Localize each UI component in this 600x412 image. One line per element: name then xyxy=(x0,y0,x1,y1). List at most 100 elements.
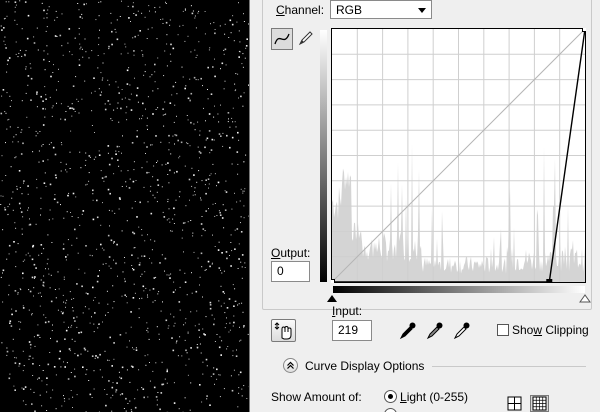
black-point-slider[interactable] xyxy=(326,293,338,303)
star-speck xyxy=(16,188,18,190)
curve-tool-button[interactable] xyxy=(271,28,293,50)
star-speck xyxy=(110,239,113,242)
star-speck xyxy=(109,225,110,227)
star-speck xyxy=(185,205,187,207)
star-speck xyxy=(133,54,135,56)
channel-select[interactable]: RGB xyxy=(330,0,432,19)
star-speck xyxy=(59,34,62,37)
input-field[interactable]: 219 xyxy=(332,320,372,341)
star-speck xyxy=(46,263,48,265)
star-speck xyxy=(141,12,143,14)
curve-control-point[interactable] xyxy=(582,28,587,32)
star-speck xyxy=(9,126,11,128)
star-speck xyxy=(40,197,42,199)
star-speck xyxy=(219,374,221,376)
star-speck xyxy=(21,233,23,235)
output-field[interactable]: 0 xyxy=(271,261,310,282)
star-speck xyxy=(238,387,240,389)
star-speck xyxy=(239,200,241,202)
star-speck xyxy=(9,203,11,205)
star-speck xyxy=(172,47,175,50)
star-speck xyxy=(82,366,84,368)
star-speck xyxy=(127,5,129,7)
star-speck xyxy=(205,358,208,361)
star-speck xyxy=(60,103,62,105)
black-eyedropper-icon[interactable] xyxy=(399,320,417,340)
star-speck xyxy=(147,201,149,203)
star-speck xyxy=(79,48,81,50)
star-speck xyxy=(146,161,148,163)
star-speck xyxy=(105,314,106,316)
star-speck xyxy=(149,362,150,363)
star-speck xyxy=(36,93,38,95)
star-speck xyxy=(141,50,143,52)
star-speck xyxy=(100,243,102,246)
star-speck xyxy=(85,245,87,247)
star-speck xyxy=(186,352,188,354)
star-speck xyxy=(149,76,151,78)
pencil-tool-button[interactable] xyxy=(296,28,318,50)
show-clipping-checkbox[interactable] xyxy=(497,324,509,336)
star-speck xyxy=(33,336,35,338)
star-speck xyxy=(186,142,188,144)
star-speck xyxy=(218,374,220,376)
targeted-adjustment-button[interactable] xyxy=(271,319,296,342)
star-speck xyxy=(76,98,78,100)
star-speck xyxy=(8,284,10,286)
star-speck xyxy=(104,176,106,178)
star-speck xyxy=(239,326,240,328)
star-speck xyxy=(47,9,49,11)
star-speck xyxy=(111,386,114,389)
star-speck xyxy=(7,119,9,121)
star-speck xyxy=(10,166,12,168)
star-speck xyxy=(103,53,105,55)
collapse-button[interactable] xyxy=(283,358,298,373)
starfield-image xyxy=(0,0,249,412)
star-speck xyxy=(201,235,203,237)
star-speck xyxy=(229,322,231,324)
star-speck xyxy=(202,361,204,363)
star-speck xyxy=(27,84,29,86)
star-speck xyxy=(115,153,117,155)
star-speck xyxy=(133,169,135,171)
star-speck xyxy=(17,126,19,128)
star-speck xyxy=(133,232,136,235)
star-speck xyxy=(125,397,127,400)
star-speck xyxy=(156,201,158,203)
gray-eyedropper-icon[interactable] xyxy=(426,320,444,340)
star-speck xyxy=(206,395,208,397)
curve-graph[interactable] xyxy=(331,28,586,283)
star-speck xyxy=(46,377,48,379)
star-speck xyxy=(76,283,78,285)
star-speck xyxy=(60,170,62,172)
curve-control-point[interactable] xyxy=(546,279,553,284)
star-speck xyxy=(108,45,110,48)
star-speck xyxy=(114,28,116,30)
star-speck xyxy=(101,79,103,81)
star-speck xyxy=(99,369,101,371)
star-speck xyxy=(142,55,144,57)
simple-grid-button[interactable] xyxy=(505,395,524,412)
star-speck xyxy=(166,219,168,221)
star-speck xyxy=(43,314,45,316)
star-speck xyxy=(208,183,210,185)
light-radio[interactable] xyxy=(384,390,397,403)
detailed-grid-button[interactable] xyxy=(530,395,549,412)
star-speck xyxy=(238,243,240,245)
star-speck xyxy=(159,6,161,8)
star-speck xyxy=(169,169,171,172)
star-speck xyxy=(103,180,105,182)
star-speck xyxy=(71,103,73,105)
star-speck xyxy=(94,90,96,92)
star-speck xyxy=(111,365,113,367)
star-speck xyxy=(111,30,113,33)
white-point-slider[interactable] xyxy=(579,293,591,303)
star-speck xyxy=(229,19,232,22)
curve-control-point[interactable] xyxy=(331,279,335,284)
white-eyedropper-icon[interactable] xyxy=(453,320,471,340)
star-speck xyxy=(163,216,166,218)
star-speck xyxy=(60,204,61,206)
star-speck xyxy=(227,346,229,347)
star-speck xyxy=(67,254,69,256)
light-radio-label: Light (0-255) xyxy=(400,390,469,404)
